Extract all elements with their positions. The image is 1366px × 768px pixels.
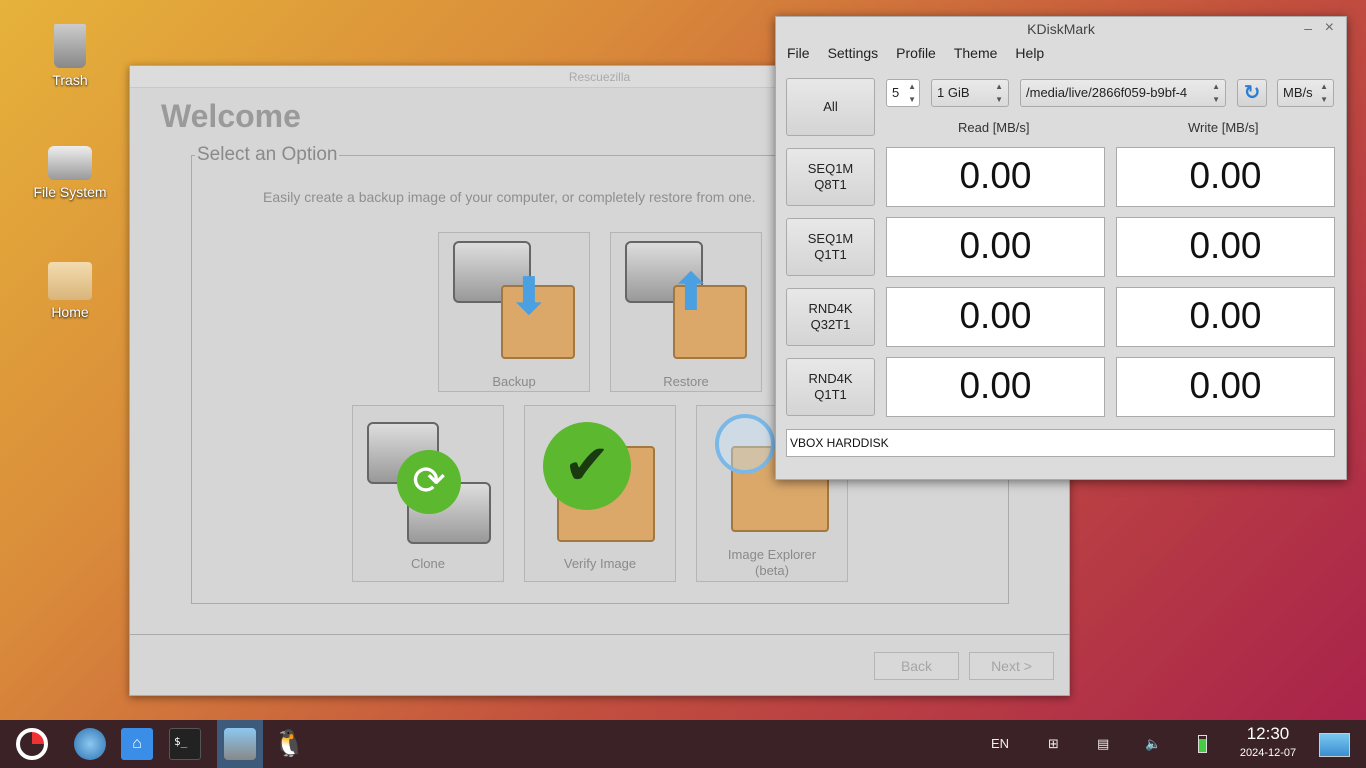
device-info-field: VBOX HARDDISK bbox=[786, 429, 1335, 457]
file-manager-icon[interactable]: ⌂ bbox=[121, 728, 153, 760]
write-result: 0.00 bbox=[1116, 147, 1335, 207]
test-button[interactable]: SEQ1M Q1T1 bbox=[786, 218, 875, 276]
arrow-up-icon: ⬆ bbox=[669, 264, 713, 322]
read-result: 0.00 bbox=[886, 357, 1105, 417]
keyboard-layout[interactable]: EN bbox=[991, 736, 1009, 751]
window-title: KDiskMark bbox=[1027, 21, 1095, 37]
checkmark-icon: ✔ bbox=[543, 422, 631, 510]
runs-spinbox[interactable]: 5 ▲ ▼ bbox=[886, 79, 920, 107]
size-select[interactable]: 1 GiB ▲ ▼ bbox=[931, 79, 1009, 107]
menu-bar: File Settings Profile Theme Help bbox=[787, 45, 1044, 61]
restore-button[interactable]: ⬆ Restore bbox=[610, 232, 762, 392]
test-button[interactable]: RND4K Q32T1 bbox=[786, 288, 875, 346]
rescuezilla-task[interactable] bbox=[217, 720, 263, 768]
network-icon[interactable]: ⊞ bbox=[1048, 736, 1059, 752]
test-button[interactable]: RND4K Q1T1 bbox=[786, 358, 875, 416]
target-path-select[interactable]: /media/live/2866f059-b9bf-4 ▲ ▼ bbox=[1020, 79, 1226, 107]
arrow-down-icon: ⬇ bbox=[507, 268, 551, 326]
desktop-home[interactable]: Home bbox=[25, 262, 115, 320]
desktop-trash[interactable]: Trash bbox=[25, 24, 115, 88]
menu-profile[interactable]: Profile bbox=[896, 45, 936, 61]
backup-button[interactable]: ⬇ Backup bbox=[438, 232, 590, 392]
hard-drive-icon bbox=[48, 146, 92, 180]
battery-icon[interactable] bbox=[1198, 735, 1207, 753]
desktop-file-system[interactable]: File System bbox=[25, 146, 115, 200]
close-button[interactable]: × bbox=[1325, 19, 1334, 37]
show-desktop-icon[interactable] bbox=[1319, 733, 1350, 757]
clipboard-icon[interactable]: ▤ bbox=[1097, 736, 1109, 752]
refresh-icon[interactable]: ↻ bbox=[1237, 79, 1267, 107]
web-browser-icon[interactable] bbox=[74, 728, 106, 760]
sync-icon: ⟳ bbox=[397, 450, 461, 514]
volume-icon[interactable]: 🔈 bbox=[1145, 736, 1161, 752]
menu-theme[interactable]: Theme bbox=[954, 45, 998, 61]
menu-help[interactable]: Help bbox=[1015, 45, 1044, 61]
clone-button[interactable]: ⟳ Clone bbox=[352, 405, 504, 582]
terminal-icon[interactable]: $_ bbox=[169, 728, 201, 760]
group-title: Select an Option bbox=[195, 144, 340, 166]
divider bbox=[130, 634, 1069, 635]
all-button[interactable]: All bbox=[786, 78, 875, 136]
read-result: 0.00 bbox=[886, 287, 1105, 347]
menu-file[interactable]: File bbox=[787, 45, 810, 61]
app-menu-icon[interactable] bbox=[16, 728, 48, 760]
kdiskmark-window: KDiskMark – × File Settings Profile Them… bbox=[775, 16, 1347, 480]
read-result: 0.00 bbox=[886, 147, 1105, 207]
verify-image-button[interactable]: ✔ Verify Image bbox=[524, 405, 676, 582]
back-button[interactable]: Back bbox=[874, 652, 959, 680]
write-header: Write [MB/s] bbox=[1188, 120, 1259, 135]
next-button[interactable]: Next > bbox=[969, 652, 1054, 680]
write-result: 0.00 bbox=[1116, 357, 1335, 417]
test-button[interactable]: SEQ1M Q8T1 bbox=[786, 148, 875, 206]
description: Easily create a backup image of your com… bbox=[263, 189, 756, 205]
write-result: 0.00 bbox=[1116, 287, 1335, 347]
clock[interactable]: 12:30 2024-12-07 bbox=[1236, 724, 1300, 759]
unit-select[interactable]: MB/s ▲ ▼ bbox=[1277, 79, 1334, 107]
taskbar: ⌂ $_ 🐧 EN ⊞ ▤ 🔈 12:30 2024-12-07 bbox=[0, 720, 1366, 768]
trash-icon bbox=[54, 24, 86, 68]
minimize-button[interactable]: – bbox=[1304, 20, 1312, 36]
magnifier-icon bbox=[715, 414, 775, 474]
home-folder-icon bbox=[48, 262, 92, 300]
page-title: Welcome bbox=[161, 98, 301, 134]
read-header: Read [MB/s] bbox=[958, 120, 1030, 135]
write-result: 0.00 bbox=[1116, 217, 1335, 277]
menu-settings[interactable]: Settings bbox=[828, 45, 879, 61]
read-result: 0.00 bbox=[886, 217, 1105, 277]
kdiskmark-penguin-icon[interactable]: 🐧 bbox=[273, 728, 305, 760]
rescuezilla-icon bbox=[224, 728, 256, 760]
